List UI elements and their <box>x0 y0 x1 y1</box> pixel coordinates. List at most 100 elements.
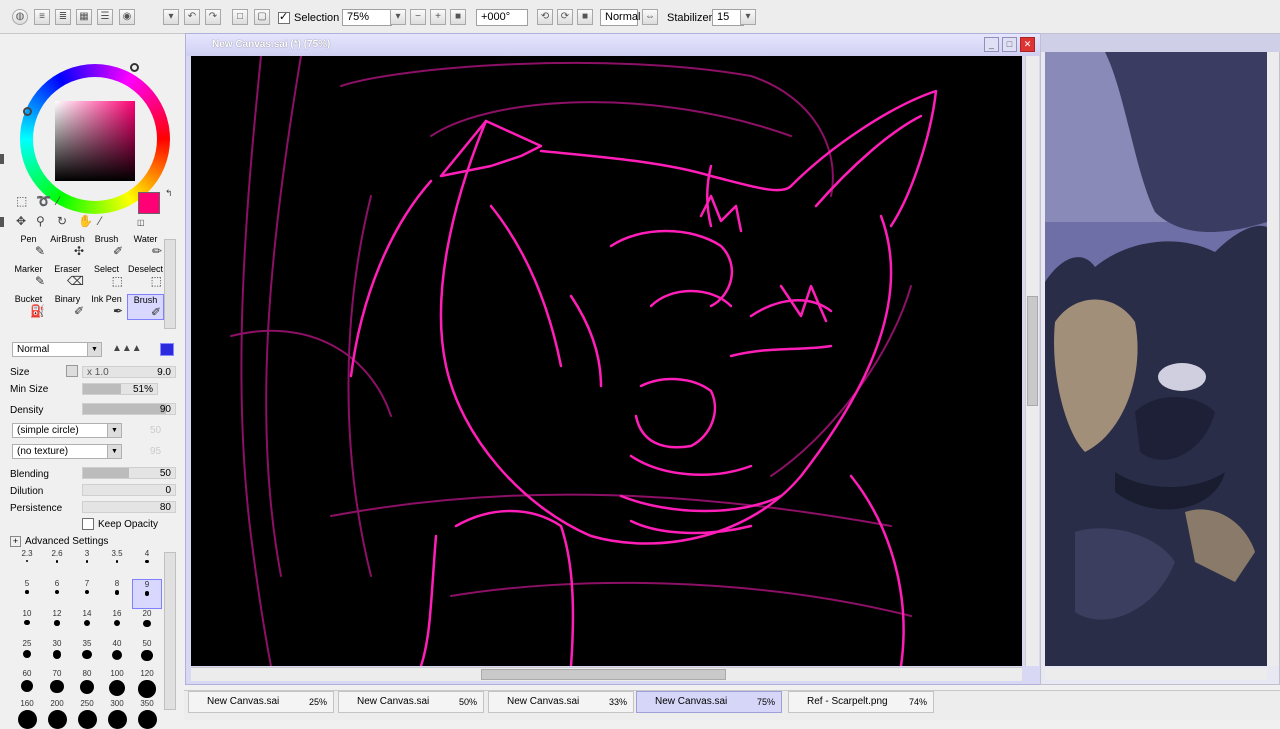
blending-slider[interactable]: 50 <box>82 467 176 479</box>
rotate-right-icon[interactable]: ⟳ <box>557 9 573 25</box>
minimize-toolbar-icon[interactable]: ▾ <box>163 9 179 25</box>
brush-size-preset[interactable]: 9 <box>132 579 162 609</box>
brush-size-preset[interactable]: 12 <box>42 609 72 639</box>
dilution-slider[interactable]: 0 <box>82 484 176 496</box>
brush-texture-select[interactable]: (no texture) ▼ <box>12 444 122 459</box>
navigator-icon[interactable]: ◉ <box>119 9 135 25</box>
brush-size-preset[interactable]: 14 <box>72 609 102 639</box>
brush-size-preset[interactable]: 3.5 <box>102 549 132 579</box>
brush-size-scrollbar[interactable] <box>164 552 176 710</box>
horizontal-scroll-thumb[interactable] <box>481 669 726 680</box>
menu-icon[interactable]: ≡ <box>34 9 50 25</box>
rotate-left-icon[interactable]: ⟲ <box>537 9 553 25</box>
vertical-scroll-thumb[interactable] <box>1027 296 1038 406</box>
persistence-slider[interactable]: 80 <box>82 501 176 513</box>
panel-dock-tab[interactable] <box>0 154 4 164</box>
layout-icon[interactable]: ≣ <box>55 9 71 25</box>
brush-size-preset[interactable]: 50 <box>132 639 162 669</box>
zoom-tool-icon[interactable]: ⚲ <box>36 214 45 228</box>
zoom-dropdown-icon[interactable]: ▾ <box>390 9 406 25</box>
size-slider[interactable]: x 1.0 9.0 <box>82 366 176 378</box>
brush-size-preset[interactable]: 3 <box>72 549 102 579</box>
redo-icon[interactable]: ↷ <box>205 9 221 25</box>
color-square[interactable] <box>55 101 135 181</box>
zoom-reset-icon[interactable]: ■ <box>450 9 466 25</box>
brush-mode-select[interactable]: Normal ▼ <box>12 342 102 357</box>
tool-water[interactable]: Water ✏ <box>127 234 164 258</box>
stabilizer-dropdown-icon[interactable]: ▾ <box>740 9 756 25</box>
shape-triangle-icon[interactable]: ▲▲▲ <box>112 343 142 354</box>
reference-horizontal-scrollbar[interactable] <box>1045 668 1267 680</box>
color-wheel-icon[interactable]: ◍ <box>12 9 28 25</box>
rotate-reset-icon[interactable]: ■ <box>577 9 593 25</box>
zoom-select[interactable]: 75% <box>342 9 392 26</box>
flip-icon[interactable]: ⇔ <box>642 9 658 25</box>
deselect-icon[interactable]: □ <box>232 9 248 25</box>
brush-size-preset[interactable]: 10 <box>12 609 42 639</box>
tool-brush[interactable]: Brush ✐ <box>127 294 164 320</box>
size-multiplier-icon[interactable] <box>66 365 78 377</box>
selection-toggle[interactable]: Selection <box>278 9 339 26</box>
drawing-canvas[interactable] <box>191 56 1022 666</box>
brush-size-preset[interactable]: 30 <box>42 639 72 669</box>
tool-marker[interactable]: Marker ✎ <box>10 264 47 288</box>
marquee-select-icon[interactable]: ⬚ <box>16 194 27 208</box>
tool-binary[interactable]: Binary ✐ <box>49 294 86 318</box>
tool-brush[interactable]: Brush ✐ <box>88 234 125 258</box>
move-icon[interactable]: ✥ <box>16 214 26 228</box>
swap-colors-icon[interactable]: ↰ <box>165 188 173 199</box>
document-tab[interactable]: New Canvas.sai 25% <box>188 691 334 713</box>
min-size-slider[interactable]: 51% <box>82 383 158 395</box>
invert-selection-icon[interactable]: ▢ <box>254 9 270 25</box>
tool-pen[interactable]: Pen ✎ <box>10 234 47 258</box>
brush-size-preset[interactable]: 60 <box>12 669 42 699</box>
density-slider[interactable]: 90 <box>82 403 176 415</box>
brush-size-preset[interactable]: 250 <box>72 699 102 729</box>
zoom-in-icon[interactable]: + <box>430 9 446 25</box>
panel-dock-tab[interactable] <box>0 217 4 227</box>
primary-color-swatch[interactable] <box>138 192 160 214</box>
brush-size-preset[interactable]: 160 <box>12 699 42 729</box>
brush-size-preset[interactable]: 120 <box>132 669 162 699</box>
tool-bucket[interactable]: Bucket ⛽ <box>10 294 47 318</box>
brush-size-preset[interactable]: 100 <box>102 669 132 699</box>
brush-size-preset[interactable]: 5 <box>12 579 42 609</box>
brush-size-preset[interactable]: 7 <box>72 579 102 609</box>
keep-opacity-checkbox[interactable] <box>82 518 94 530</box>
blend-mode-select[interactable]: Normal <box>600 9 640 26</box>
reference-image[interactable] <box>1045 52 1267 666</box>
reference-vertical-scrollbar[interactable] <box>1267 52 1279 666</box>
canvas-vertical-scrollbar[interactable] <box>1025 56 1039 666</box>
tool-ink-pen[interactable]: Ink Pen ✒ <box>88 294 125 318</box>
brush-size-preset[interactable]: 2.3 <box>12 549 42 579</box>
tool-eraser[interactable]: Eraser ⌫ <box>49 264 86 288</box>
shape-square-icon[interactable] <box>160 343 174 356</box>
brush-size-preset[interactable]: 4 <box>132 549 162 579</box>
document-tab[interactable]: Ref - Scarpelt.png 74% <box>788 691 934 713</box>
close-icon[interactable]: ✕ <box>1020 37 1035 52</box>
brush-size-preset[interactable]: 200 <box>42 699 72 729</box>
maximize-icon[interactable]: □ <box>1002 37 1017 52</box>
list-icon[interactable]: ☰ <box>97 9 113 25</box>
tool-deselect[interactable]: Deselect ⬚ <box>127 264 164 288</box>
brush-size-preset[interactable]: 300 <box>102 699 132 729</box>
rotation-select[interactable]: +000° <box>476 9 528 26</box>
hue-cursor[interactable] <box>130 63 139 72</box>
document-tab[interactable]: New Canvas.sai 50% <box>338 691 484 713</box>
tool-grid-scrollbar[interactable] <box>164 239 176 329</box>
canvas-horizontal-scrollbar[interactable] <box>191 667 1022 681</box>
brush-size-preset[interactable]: 70 <box>42 669 72 699</box>
magic-wand-icon[interactable]: ⁄ <box>57 194 59 208</box>
hue-marker[interactable] <box>23 107 32 116</box>
brush-size-preset[interactable]: 2.6 <box>42 549 72 579</box>
brush-size-preset[interactable]: 35 <box>72 639 102 669</box>
zoom-out-icon[interactable]: − <box>410 9 426 25</box>
brush-size-preset[interactable]: 40 <box>102 639 132 669</box>
tool-select[interactable]: Select ⬚ <box>88 264 125 288</box>
expand-icon[interactable]: + <box>10 536 21 547</box>
brush-size-preset[interactable]: 350 <box>132 699 162 729</box>
brush-size-preset[interactable]: 20 <box>132 609 162 639</box>
lasso-icon[interactable]: ➰ <box>36 194 51 208</box>
selection-checkbox[interactable] <box>278 10 290 24</box>
tool-airbrush[interactable]: AirBrush ✣ <box>49 234 86 258</box>
